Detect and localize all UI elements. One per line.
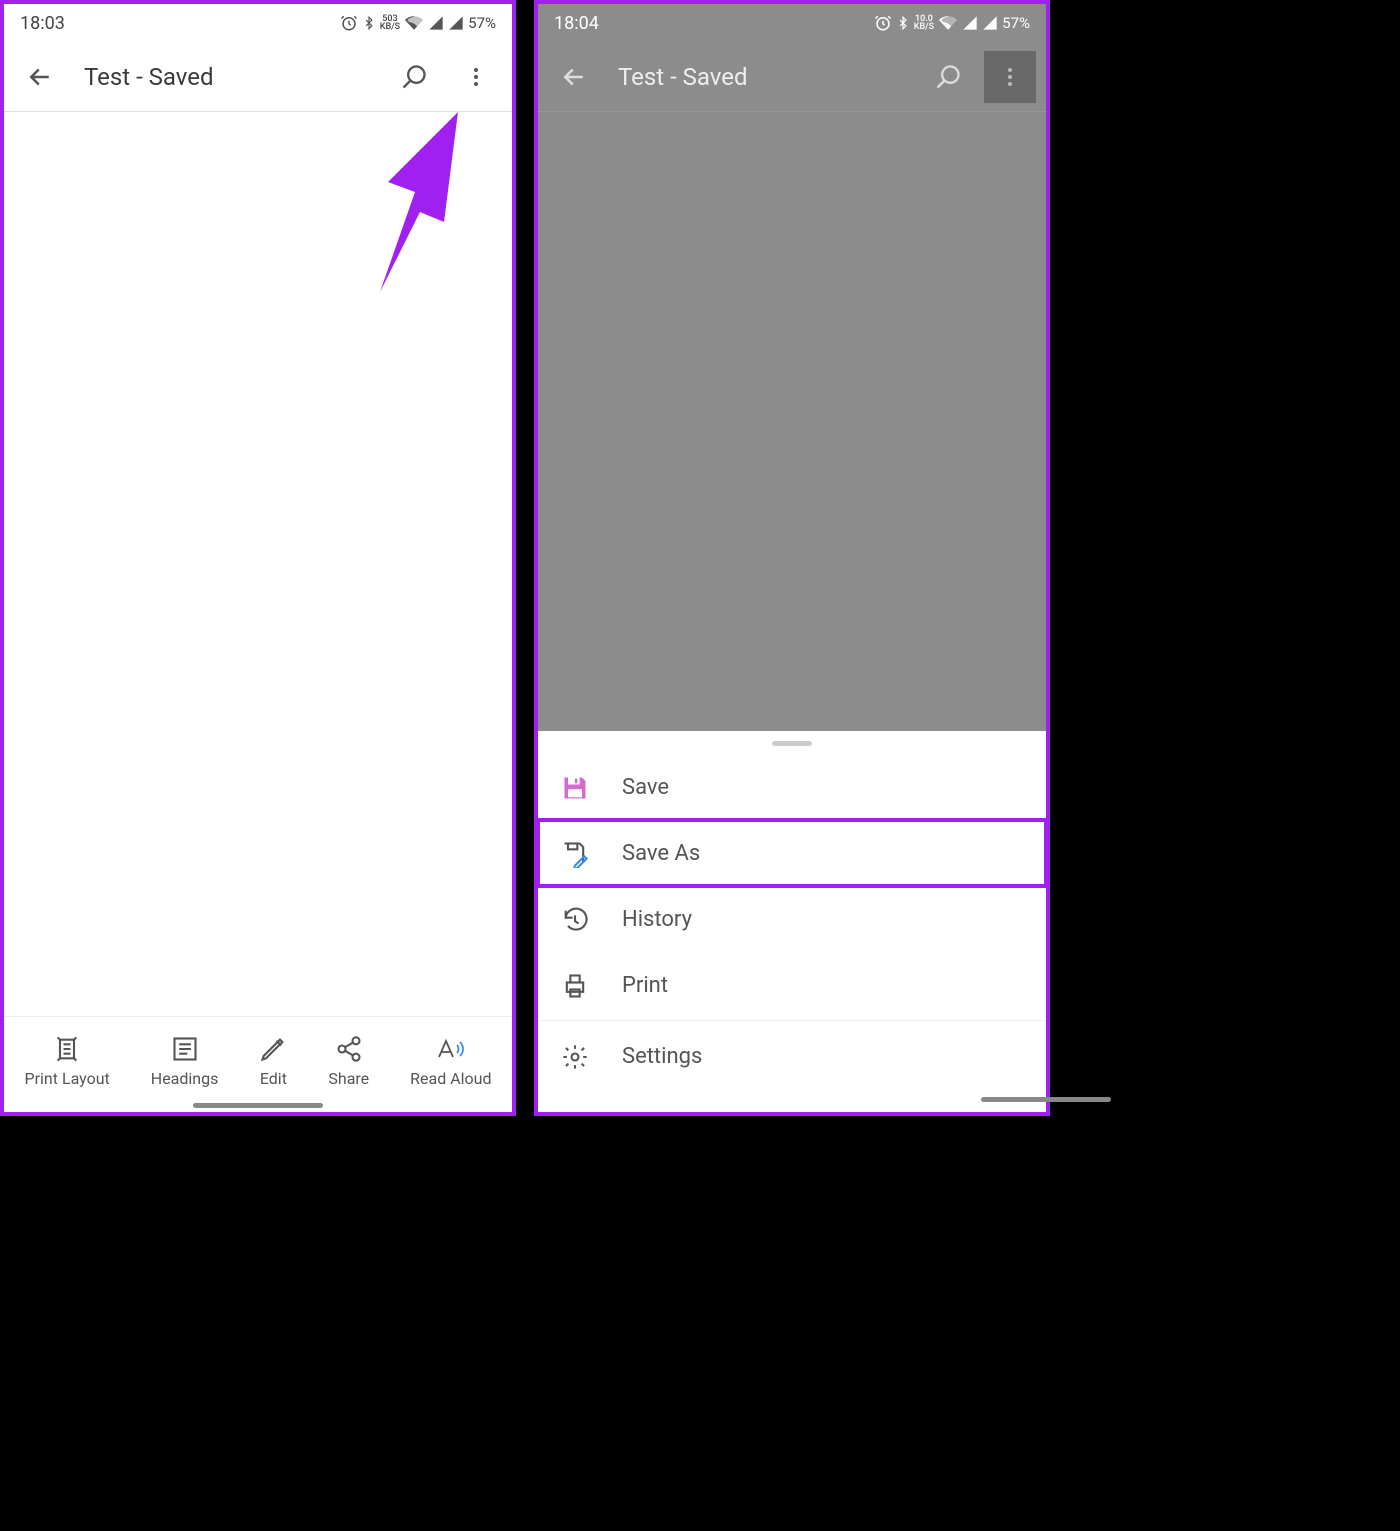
bottom-toolbar: Print Layout Headings Edit Share Read Al… [4,1016,512,1112]
headings-button[interactable]: Headings [151,1035,219,1088]
document-title: Test - Saved [76,63,378,91]
net-speed: 10.0 KB/S [914,15,934,31]
wifi-icon [404,14,424,32]
back-button[interactable] [14,51,66,103]
home-indicator[interactable] [981,1097,1111,1102]
screenshot-right: 18:04 10.0 KB/S 57% Test - Saved [534,0,1050,1116]
arrow-left-icon [559,62,589,92]
sheet-drag-handle[interactable] [772,741,812,746]
status-bar: 18:04 10.0 KB/S 57% [538,4,1046,42]
status-right: 503 KB/S 57% [340,14,496,32]
app-toolbar: Test - Saved [538,42,1046,112]
more-options-button[interactable] [984,51,1036,103]
menu-label: History [622,907,692,932]
search-button[interactable] [922,51,974,103]
menu-label: Print [622,973,668,998]
document-title: Test - Saved [610,63,912,91]
home-indicator[interactable] [193,1103,323,1108]
annotation-arrow-icon [360,112,480,302]
status-bar: 18:03 503 KB/S 57% [4,4,512,42]
menu-label: Save As [622,841,700,866]
menu-divider [538,1020,1046,1021]
back-button[interactable] [548,51,600,103]
search-button[interactable] [388,51,440,103]
menu-label: Settings [622,1044,702,1069]
menu-item-print[interactable]: Print [538,952,1046,1018]
status-time: 18:04 [554,13,599,34]
menu-label: Save [622,775,669,800]
menu-item-save-as[interactable]: Save As [538,820,1046,886]
document-canvas[interactable] [4,112,512,1016]
alarm-icon [874,14,892,32]
share-icon [335,1035,363,1063]
signal-icon-1 [428,15,444,31]
kebab-icon [464,65,488,89]
battery-text: 57% [1002,14,1030,32]
menu-item-settings[interactable]: Settings [538,1023,1046,1089]
print-layout-icon [53,1035,81,1063]
screenshot-left: 18:03 503 KB/S 57% Test - Saved [0,0,516,1116]
signal-icon-2 [982,15,998,31]
headings-icon [171,1035,199,1063]
battery-text: 57% [468,14,496,32]
read-aloud-button[interactable]: Read Aloud [410,1035,491,1088]
gear-icon [560,1043,590,1071]
status-right: 10.0 KB/S 57% [874,14,1030,32]
overflow-menu-sheet: Save Save As History Print Setting [538,731,1046,1112]
menu-item-history[interactable]: History [538,886,1046,952]
print-icon [560,972,590,1000]
history-icon [560,906,590,934]
save-as-icon [560,840,590,868]
bluetooth-icon [896,14,910,32]
kebab-icon [998,65,1022,89]
alarm-icon [340,14,358,32]
pencil-icon [259,1035,287,1063]
print-layout-button[interactable]: Print Layout [25,1035,110,1088]
more-options-button[interactable] [450,51,502,103]
wifi-icon [938,14,958,32]
status-time: 18:03 [20,13,65,34]
save-icon [560,774,590,802]
signal-icon-2 [448,15,464,31]
search-icon [400,63,428,91]
app-toolbar: Test - Saved [4,42,512,112]
read-aloud-icon [436,1035,466,1063]
net-speed: 503 KB/S [380,15,400,31]
menu-item-save[interactable]: Save [538,754,1046,820]
share-button[interactable]: Share [328,1035,369,1088]
signal-icon-1 [962,15,978,31]
bluetooth-icon [362,14,376,32]
edit-button[interactable]: Edit [259,1035,287,1088]
arrow-left-icon [25,62,55,92]
search-icon [934,63,962,91]
